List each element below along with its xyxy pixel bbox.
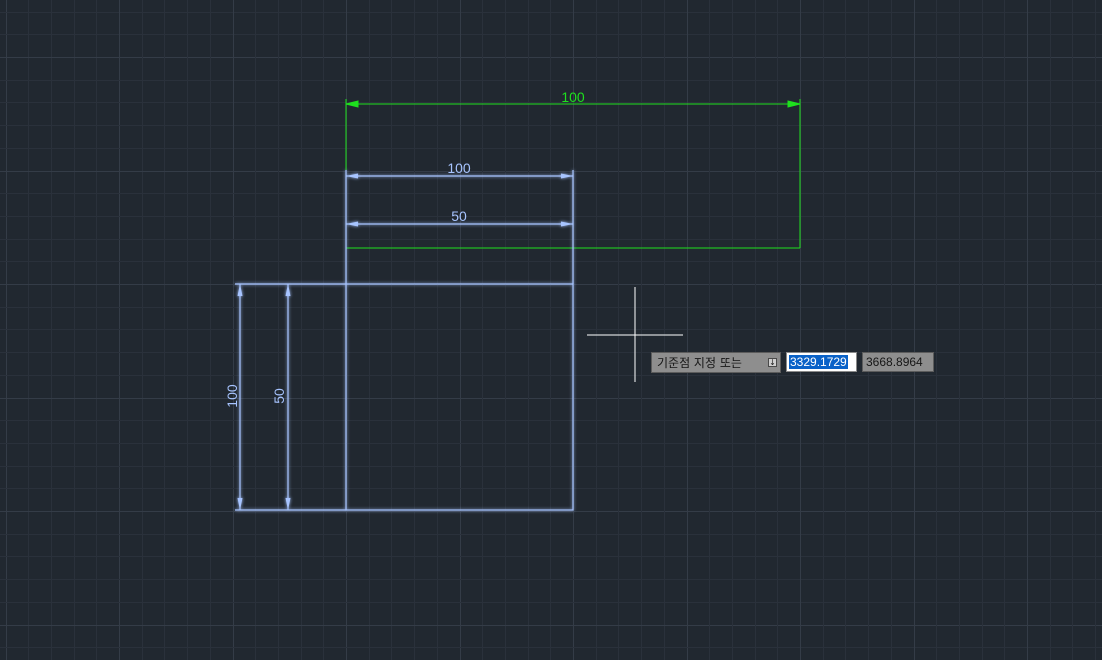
- down-arrow-icon[interactable]: ↓: [768, 358, 777, 367]
- y-coordinate-input[interactable]: 3668.8964: [862, 352, 934, 372]
- dimension-text: 50: [271, 388, 287, 404]
- dimension-top-100[interactable]: [345, 170, 574, 284]
- dimension-left-100[interactable]: [235, 283, 346, 511]
- square-shape[interactable]: [345, 283, 574, 511]
- dimension-text: 100: [447, 160, 471, 176]
- grid: [0, 0, 1102, 660]
- drawing-canvas[interactable]: 100 100 50 100 50: [0, 0, 1102, 660]
- x-coordinate-value: 3329.1729: [789, 355, 848, 369]
- dimension-text: 100: [224, 384, 240, 408]
- dimension-text: 50: [451, 208, 467, 224]
- dimension-text: 100: [561, 89, 585, 105]
- y-coordinate-value: 3668.8964: [866, 355, 923, 369]
- dynamic-input-prompt: 기준점 지정 또는 ↓: [651, 352, 781, 373]
- x-coordinate-input[interactable]: 3329.1729: [786, 352, 857, 372]
- prompt-text: 기준점 지정 또는: [657, 356, 742, 370]
